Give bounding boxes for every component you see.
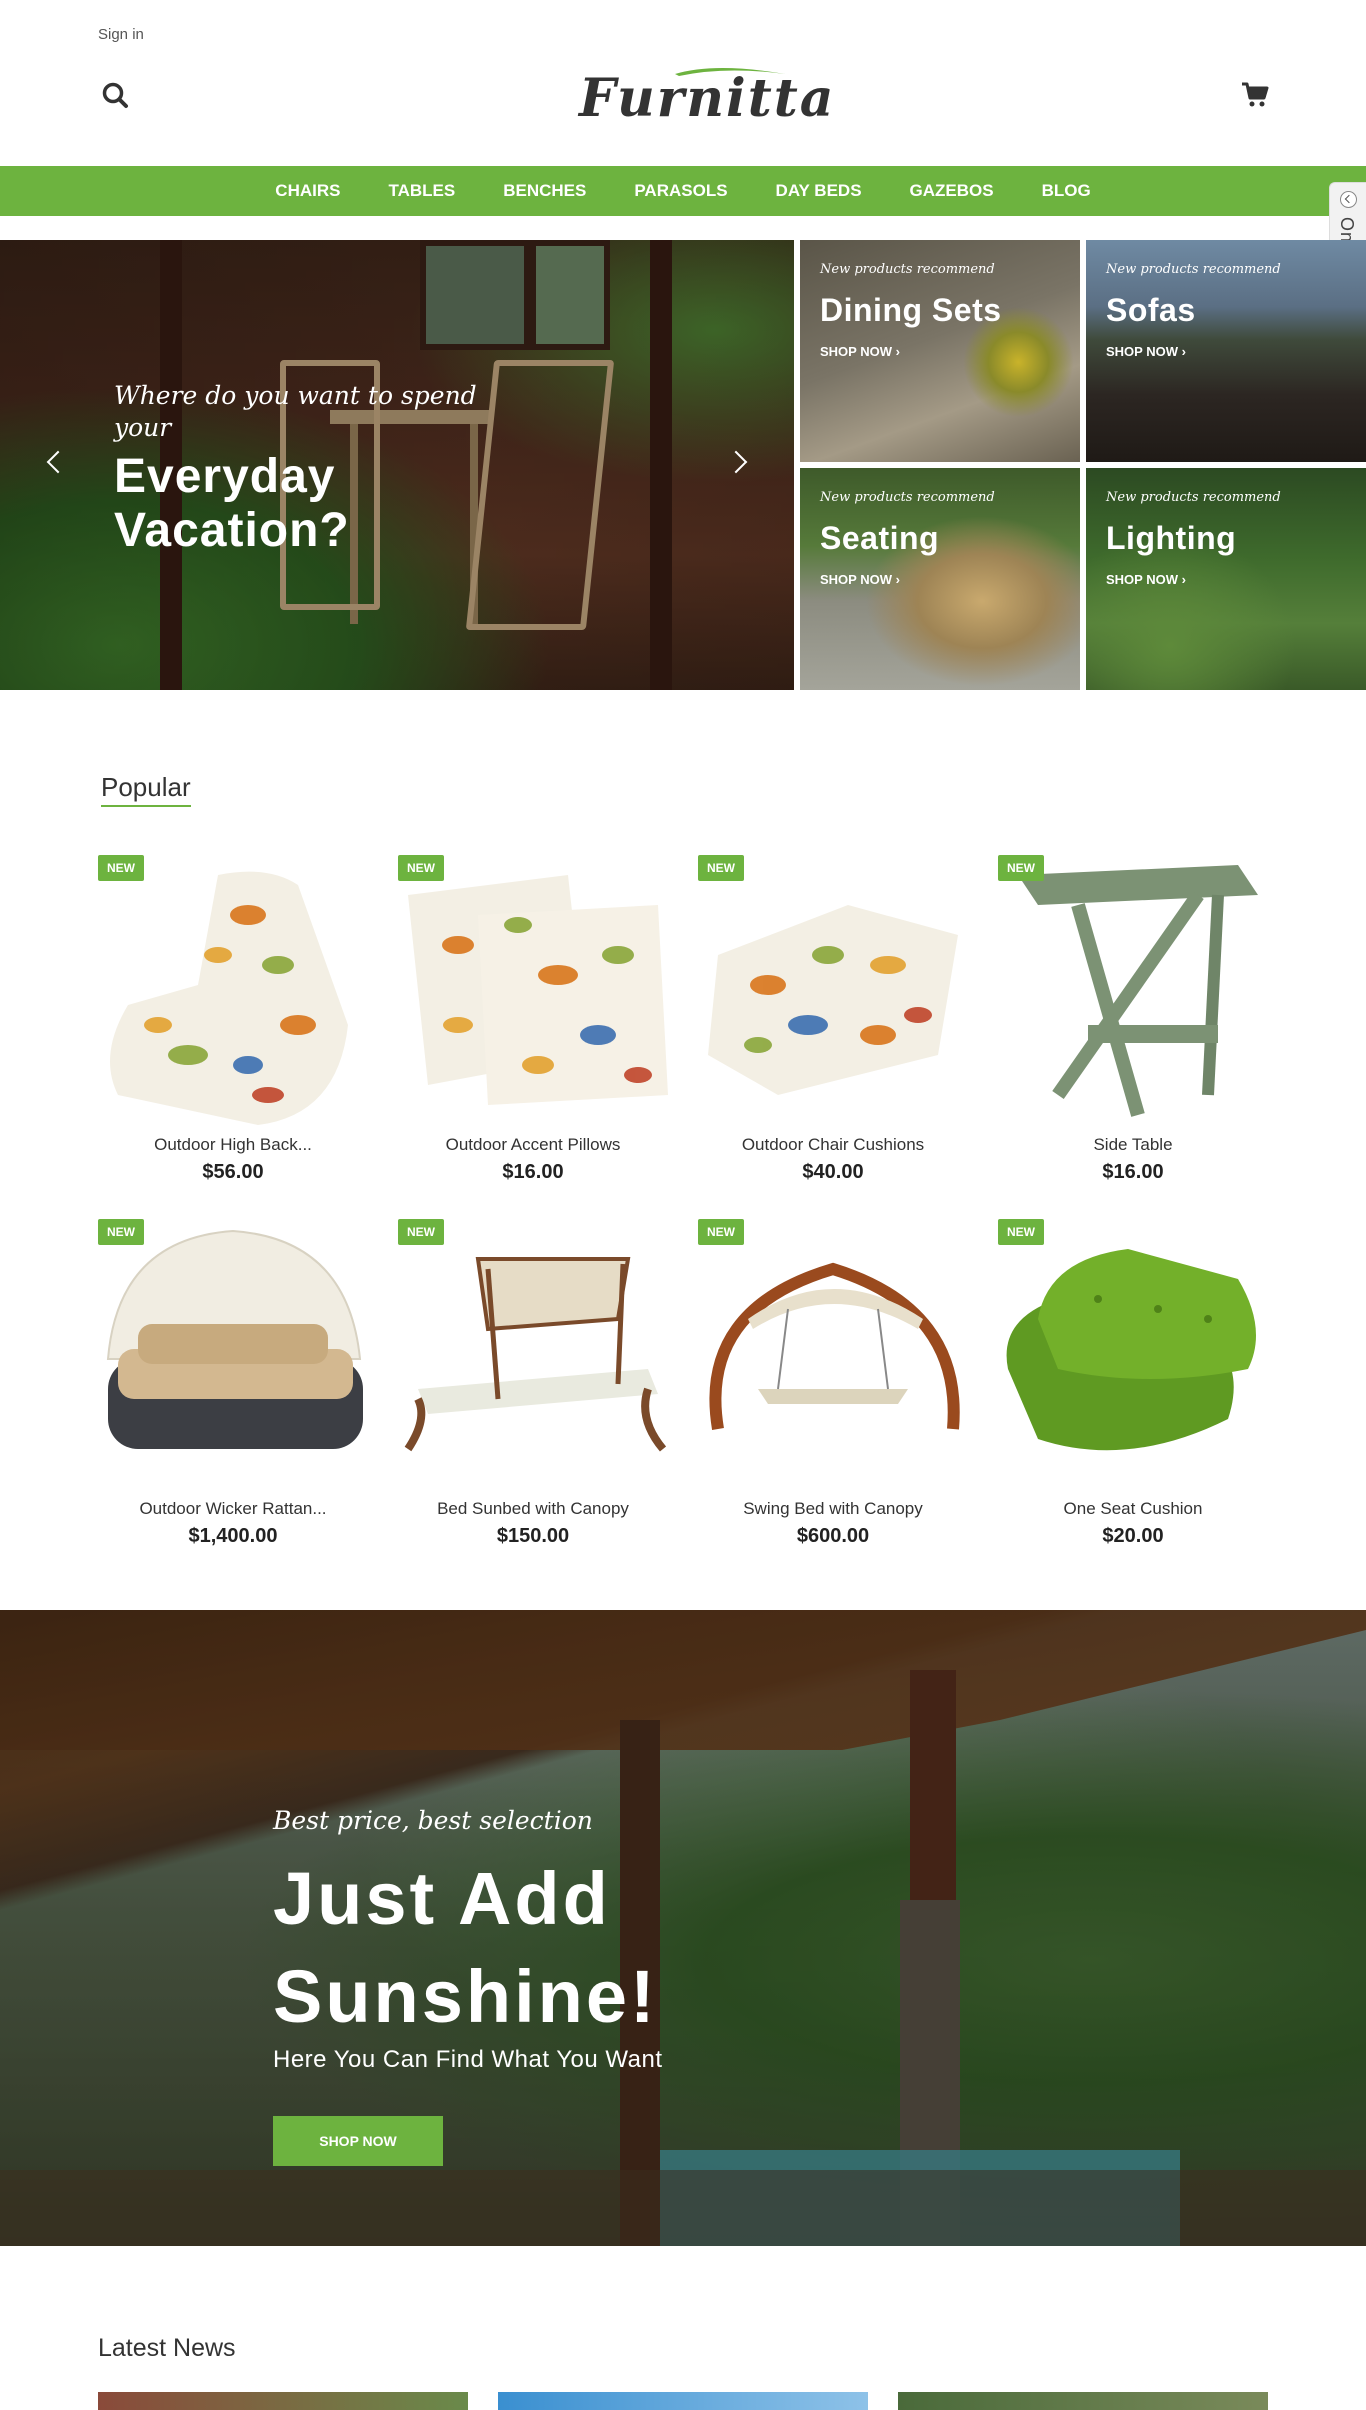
promo-tagline: Here You Can Find What You Want [273,2046,663,2073]
category-tile-seating[interactable]: New products recommend Seating SHOP NOW [800,468,1080,690]
product-card[interactable]: NEW Outdoor Wicker Rattan... $1,400.00 [98,1219,368,1569]
nav-item-gazebos[interactable]: GAZEBOS [886,166,1018,216]
new-badge: NEW [398,855,444,881]
product-card[interactable]: NEW Bed Sunbed with Canopy $150.00 [398,1219,668,1569]
news-card-image[interactable] [98,2392,468,2410]
search-icon[interactable] [100,80,132,112]
new-badge: NEW [398,1219,444,1245]
promo-title-line-1: Just Add [273,1857,611,1940]
tile-title: Dining Sets [820,292,1002,328]
tile-title: Seating [820,520,940,556]
product-title[interactable]: Outdoor Accent Pillows [398,1135,668,1155]
category-tile-lighting[interactable]: New products recommend Lighting SHOP NOW [1086,468,1366,690]
news-card-image[interactable] [898,2392,1268,2410]
product-card[interactable]: NEW One Seat Cushion $20.00 [998,1219,1268,1569]
product-price: $56.00 [202,1161,264,1183]
product-title[interactable]: Side Table [998,1135,1268,1155]
product-image[interactable] [698,1219,968,1489]
new-badge: NEW [998,855,1044,881]
product-title[interactable]: Outdoor High Back... [98,1135,368,1155]
product-title[interactable]: Outdoor Wicker Rattan... [98,1499,368,1519]
product-title[interactable]: Swing Bed with Canopy [698,1499,968,1519]
product-card[interactable]: NEW Outdoor High Back... $56.00 [98,855,368,1205]
product-title[interactable]: Bed Sunbed with Canopy [398,1499,668,1519]
new-badge: NEW [698,1219,744,1245]
product-image[interactable] [398,1219,668,1489]
new-badge: NEW [998,1219,1044,1245]
shop-now-link[interactable]: SHOP NOW [1106,572,1186,587]
product-price: $150.00 [496,1525,570,1547]
popular-section-title: Popular [101,772,191,807]
tile-recommend-label: New products recommend [1106,490,1281,505]
hero-subtitle: Where do you want to spend your [114,381,477,442]
nav-item-parasols[interactable]: PARASOLS [610,166,751,216]
promo-banner: Best price, best selection Just Add Suns… [0,1610,1366,2246]
product-title[interactable]: One Seat Cushion [998,1499,1268,1519]
new-badge: NEW [698,855,744,881]
shop-now-link[interactable]: SHOP NOW [820,344,900,359]
nav-item-day-beds[interactable]: DAY BEDS [752,166,886,216]
shop-now-link[interactable]: SHOP NOW [820,572,900,587]
new-badge: NEW [98,1219,144,1245]
cart-icon[interactable] [1240,80,1270,110]
promo-subtitle: Best price, best selection [273,1806,593,1835]
product-image[interactable] [98,1219,368,1489]
category-tile-dining-sets[interactable]: New products recommend Dining Sets SHOP … [800,240,1080,462]
product-card[interactable]: NEW Swing Bed with Canopy $600.00 [698,1219,968,1569]
product-image[interactable] [698,855,968,1125]
product-card[interactable]: NEW Side Table $16.00 [998,855,1268,1205]
product-title[interactable]: Outdoor Chair Cushions [698,1135,968,1155]
promo-shop-now-button[interactable]: SHOP NOW [273,2116,443,2166]
hero-slider: Where do you want to spend your Everyday… [0,240,794,690]
nav-item-chairs[interactable]: CHAIRS [251,166,364,216]
latest-news-title: Latest News [98,2334,236,2362]
product-image[interactable] [98,855,368,1125]
category-tile-sofas[interactable]: New products recommend Sofas SHOP NOW [1086,240,1366,462]
site-logo[interactable]: Furnitta [575,60,834,140]
product-price: $40.00 [802,1161,864,1183]
hero-title-line-1: Everyday [114,450,336,503]
promo-title-line-2: Sunshine! [273,1955,658,2038]
tile-recommend-label: New products recommend [820,490,995,505]
new-badge: NEW [98,855,144,881]
product-price: $16.00 [502,1161,564,1183]
product-price: $600.00 [796,1525,870,1547]
nav-item-tables[interactable]: TABLES [364,166,479,216]
tile-title: Lighting [1106,520,1237,556]
chevron-left-icon[interactable] [1340,191,1357,208]
product-card[interactable]: NEW Outdoor Chair Cushions $40.00 [698,855,968,1205]
tile-recommend-label: New products recommend [820,262,995,277]
news-card-image[interactable] [498,2392,868,2410]
product-price: $16.00 [1102,1161,1164,1183]
tile-title: Sofas [1106,292,1196,328]
nav-item-blog[interactable]: BLOG [1018,166,1115,216]
logo-text: Furnitta [579,68,836,129]
product-image[interactable] [998,1219,1268,1489]
sign-in-link[interactable]: Sign in [98,26,144,43]
tile-recommend-label: New products recommend [1106,262,1281,277]
hero-title-line-2: Vacation? [114,504,350,557]
promo-title: Just Add Sunshine! [273,1850,753,2046]
product-image[interactable] [398,855,668,1125]
shop-now-link[interactable]: SHOP NOW [1106,344,1186,359]
product-price: $1,400.00 [188,1525,278,1547]
product-card[interactable]: NEW Outdoor Accent Pillows $16.00 [398,855,668,1205]
nav-item-benches[interactable]: BENCHES [479,166,610,216]
hero-title: Everyday Vacation? [114,450,350,558]
product-price: $20.00 [1102,1525,1164,1547]
product-image[interactable] [998,855,1268,1125]
main-nav: CHAIRS TABLES BENCHES PARASOLS DAY BEDS … [0,166,1366,216]
